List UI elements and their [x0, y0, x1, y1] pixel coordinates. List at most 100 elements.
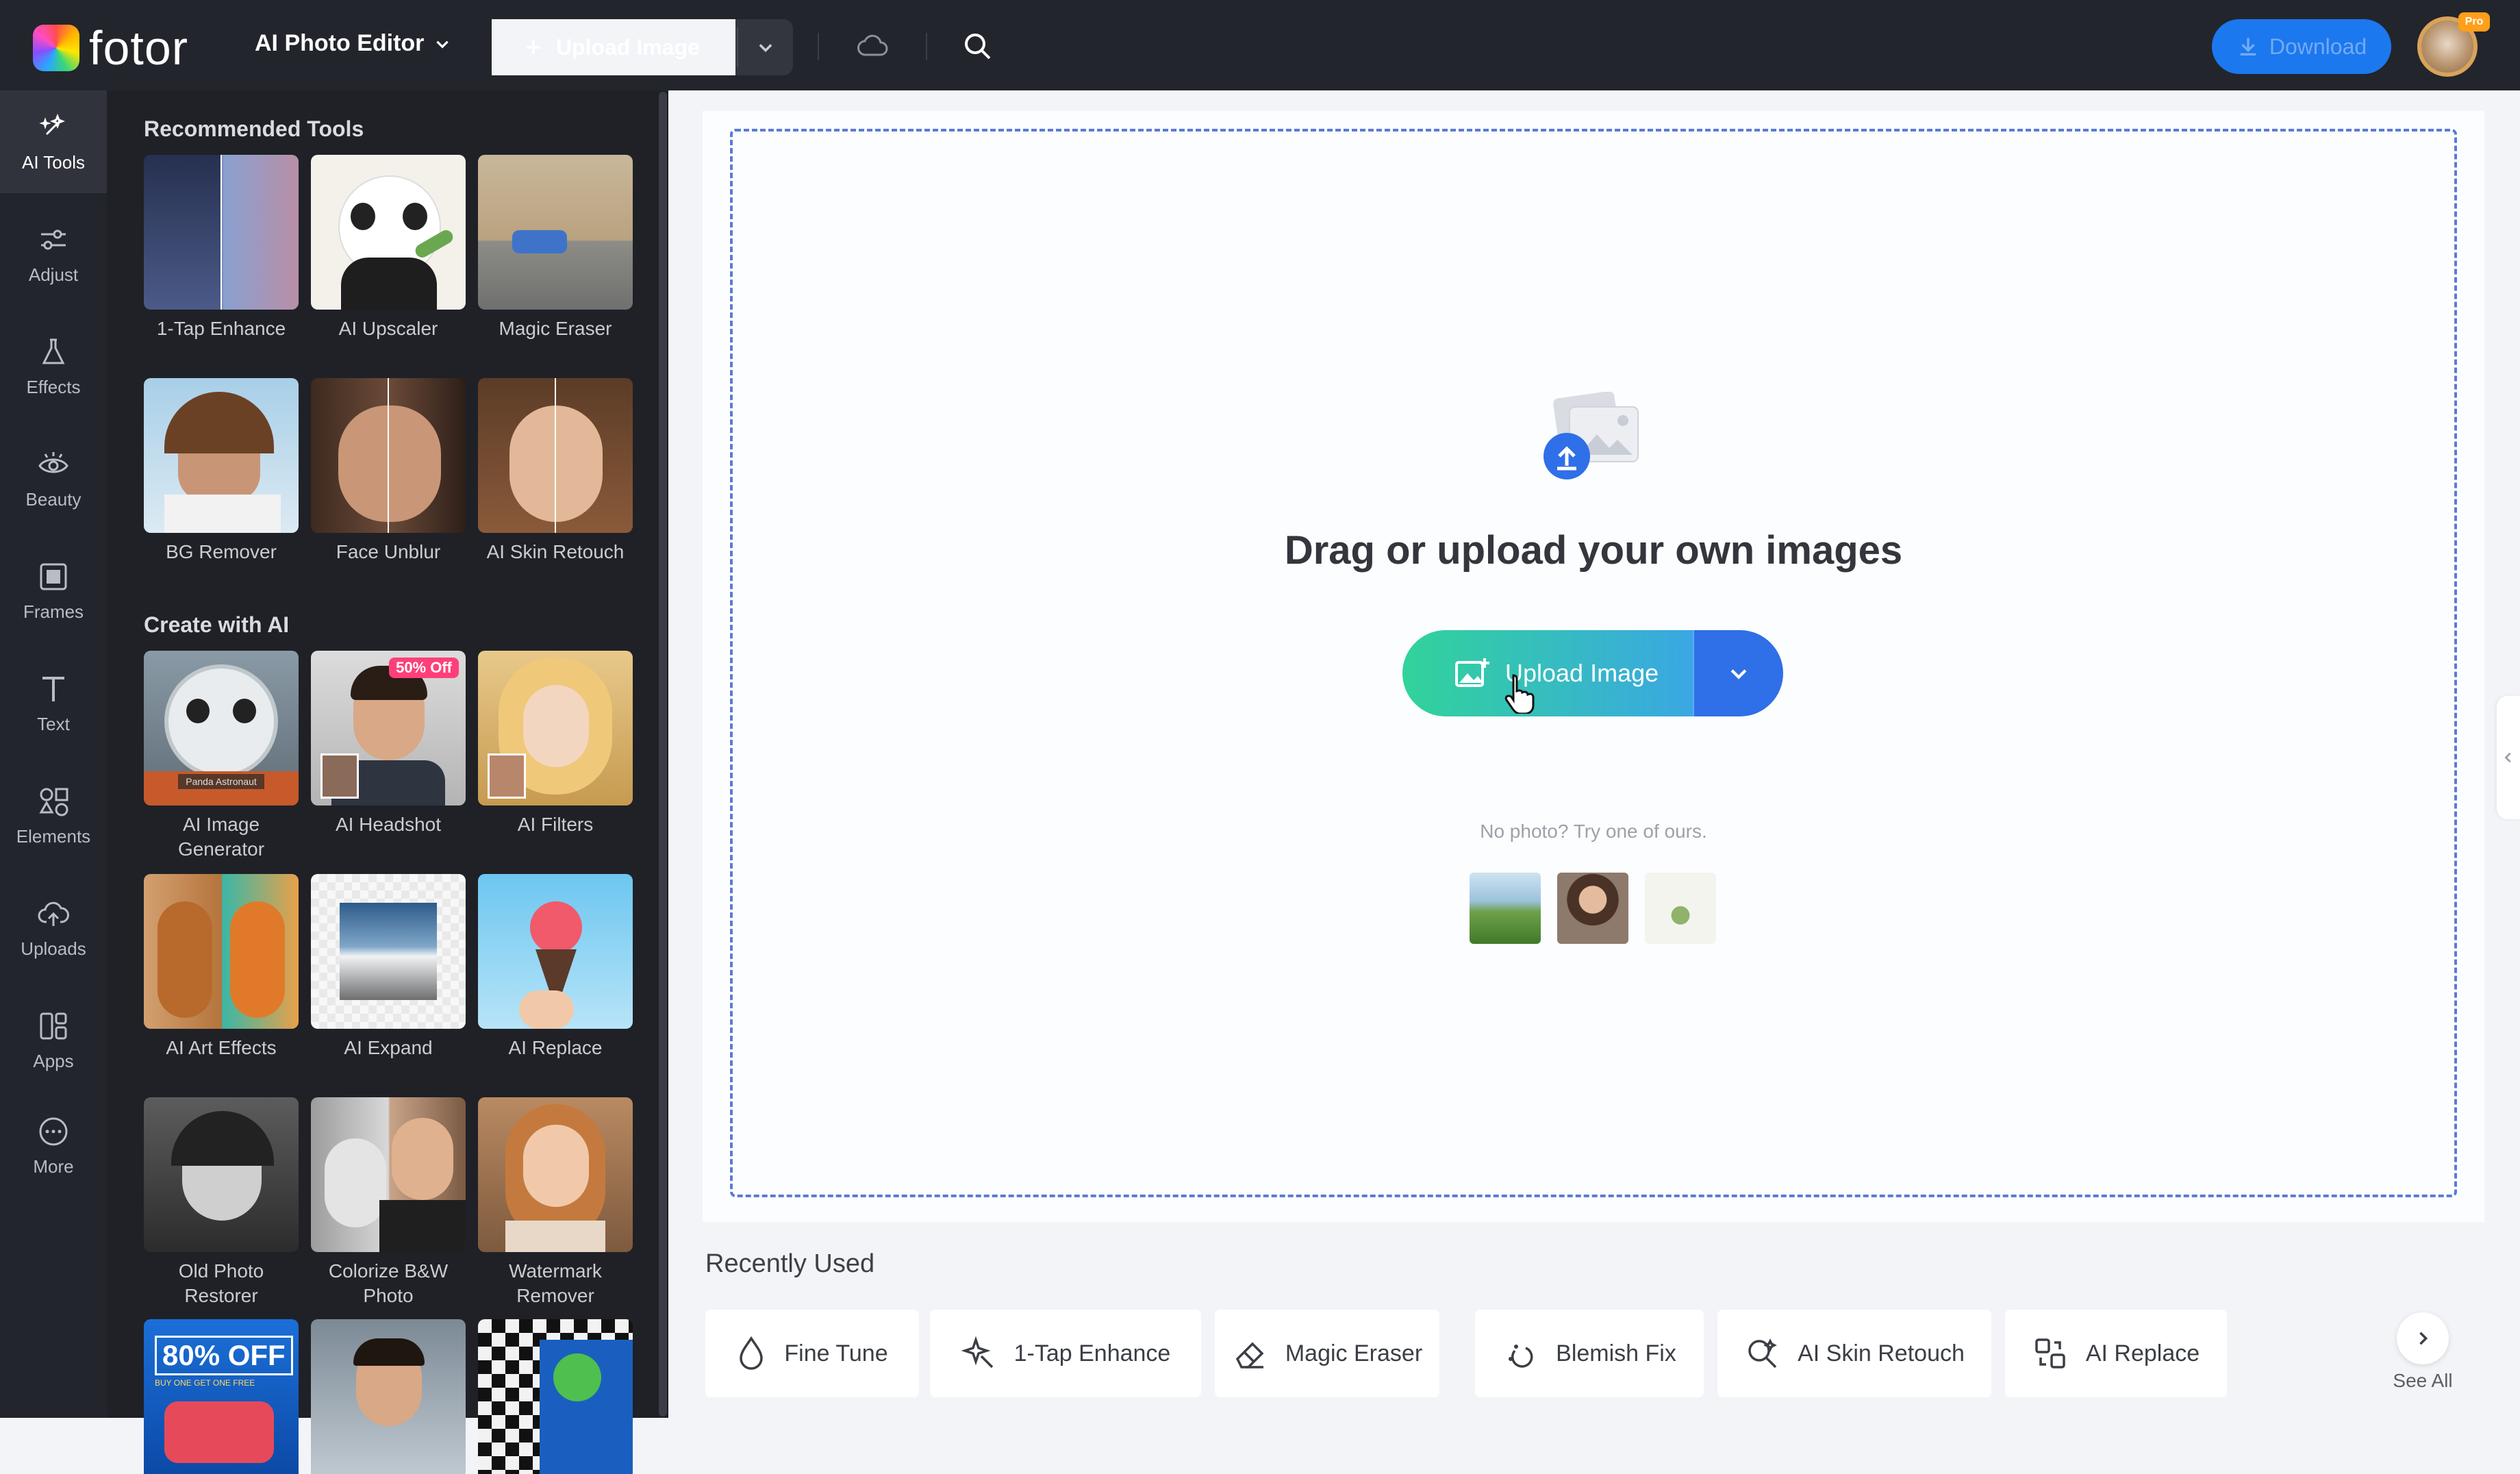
rail-item-uploads[interactable]: Uploads	[0, 877, 107, 979]
sample-image-landscape[interactable]	[1470, 873, 1541, 944]
download-icon	[2240, 38, 2256, 56]
upload-options-dropdown[interactable]	[738, 19, 793, 75]
upload-image-main-dropdown[interactable]	[1693, 630, 1783, 716]
tool-bg-remover[interactable]: BG Remover	[144, 378, 299, 564]
rail-item-effects[interactable]: Effects	[0, 315, 107, 418]
promo-thumbnail: 80% OFF BUY ONE GET ONE FREE	[144, 1319, 299, 1474]
recent-ai-replace[interactable]: AI Replace	[2005, 1310, 2227, 1397]
tool-thumbnail	[144, 874, 299, 1029]
no-photo-hint: No photo? Try one of ours.	[1480, 821, 1707, 842]
recent-fine-tune[interactable]: Fine Tune	[705, 1310, 919, 1397]
tool-label: Magic Eraser	[499, 318, 612, 339]
promo-subtext: BUY ONE GET ONE FREE	[155, 1378, 255, 1388]
tool-label: AI Art Effects	[166, 1037, 277, 1058]
eraser-icon	[1235, 1342, 1264, 1369]
expand-right-panel-button[interactable]	[2497, 696, 2520, 819]
see-all-arrow-button[interactable]	[2397, 1312, 2449, 1364]
eye-icon	[38, 451, 68, 473]
tool-ai-upscaler[interactable]: AI Upscaler	[311, 155, 466, 341]
promo-tile[interactable]: 80% OFF BUY ONE GET ONE FREE	[144, 1319, 299, 1474]
tool-magic-eraser[interactable]: Magic Eraser	[478, 155, 633, 341]
add-image-icon	[1455, 658, 1489, 687]
recent-1-tap-enhance[interactable]: 1-Tap Enhance	[930, 1310, 1201, 1397]
tool-ai-replace[interactable]: AI Replace	[478, 874, 633, 1060]
tool-label: AI Headshot	[335, 814, 442, 835]
chevron-right-icon	[2419, 1332, 2428, 1345]
cloud-upload-icon	[38, 901, 69, 926]
drop-icon	[740, 1336, 764, 1370]
tool-label: Colorize B&W Photo	[328, 1260, 449, 1306]
portrait-tile[interactable]	[311, 1319, 466, 1474]
recent-label: 1-Tap Enhance	[1013, 1340, 1171, 1366]
tool-label: AI Expand	[344, 1037, 433, 1058]
divider	[926, 33, 927, 60]
chevron-left-icon	[2504, 752, 2511, 763]
rail-item-beauty[interactable]: Beauty	[0, 427, 107, 530]
sample-image-portrait[interactable]	[1557, 873, 1628, 944]
fotor-logo[interactable]: fotor	[33, 21, 188, 75]
rail-item-text[interactable]: Text	[0, 652, 107, 755]
upload-image-label: Upload Image	[556, 34, 700, 60]
tool-label: Watermark Remover	[509, 1260, 602, 1306]
upload-image-button[interactable]: Upload Image	[492, 19, 735, 75]
divider	[818, 33, 819, 60]
search-button[interactable]	[961, 30, 994, 63]
cloud-save-button[interactable]	[856, 32, 889, 59]
recent-ai-skin-retouch[interactable]: AI Skin Retouch	[1717, 1310, 1991, 1397]
upload-image-topbar: Upload Image	[492, 19, 793, 75]
rail-item-adjust[interactable]: Adjust	[0, 203, 107, 305]
editor-mode-dropdown[interactable]: AI Photo Editor	[255, 30, 451, 57]
generator-caption: Panda Astronaut	[178, 774, 264, 789]
tool-old-photo-restorer[interactable]: Old Photo Restorer	[144, 1097, 299, 1308]
tool-ai-filters[interactable]: AI Filters	[478, 651, 633, 837]
apps-icon	[40, 1012, 67, 1039]
blemish-icon	[1509, 1345, 1533, 1368]
panel-scrollbar[interactable]	[659, 92, 667, 1416]
chevron-down-icon	[1730, 669, 1747, 679]
rail-item-more[interactable]: More	[0, 1095, 107, 1197]
rail-item-frames[interactable]: Frames	[0, 540, 107, 642]
hand-cursor-icon	[1504, 673, 1538, 714]
tool-ai-image-generator[interactable]: Panda Astronaut AI Image Generator	[144, 651, 299, 862]
rail-label: Apps	[33, 1050, 74, 1071]
see-all-link[interactable]: See All	[2383, 1370, 2462, 1392]
recent-label: AI Skin Retouch	[1798, 1340, 1965, 1366]
recommended-tools-title: Recommended Tools	[144, 116, 364, 141]
upload-image-main: Upload Image	[1402, 630, 1783, 716]
tool-face-unblur[interactable]: Face Unblur	[311, 378, 466, 564]
portrait-thumbnail	[311, 1319, 466, 1474]
tool-thumbnail	[144, 1097, 299, 1252]
tool-ai-headshot[interactable]: 50% Off AI Headshot	[311, 651, 466, 837]
drag-upload-heading: Drag or upload your own images	[1284, 528, 1903, 573]
rail-item-ai-tools[interactable]: AI Tools	[0, 90, 107, 193]
top-bar: fotor AI Photo Editor Upload Image Downl…	[0, 0, 2520, 90]
tool-ai-expand[interactable]: AI Expand	[311, 874, 466, 1060]
promo-text: 80% OFF	[155, 1336, 293, 1375]
upload-image-main-button[interactable]: Upload Image	[1402, 630, 1693, 716]
recent-blemish-fix[interactable]: Blemish Fix	[1475, 1310, 1704, 1397]
tool-watermark-remover[interactable]: Watermark Remover	[478, 1097, 633, 1308]
sample-image-still-life[interactable]	[1645, 873, 1716, 944]
tool-ai-art-effects[interactable]: AI Art Effects	[144, 874, 299, 1060]
tool-thumbnail	[478, 651, 633, 805]
sparkle-enhance-icon	[961, 1336, 993, 1369]
rail-item-apps[interactable]: Apps	[0, 989, 107, 1092]
tool-colorize-bw-photo[interactable]: Colorize B&W Photo	[311, 1097, 466, 1308]
more-icon	[39, 1117, 68, 1145]
sliders-icon	[41, 229, 66, 249]
download-button[interactable]: Download	[2212, 19, 2391, 74]
tool-thumbnail	[478, 1097, 633, 1252]
ai-tools-icon	[39, 113, 66, 135]
tool-thumbnail: Panda Astronaut	[144, 651, 299, 805]
tool-label: 1-Tap Enhance	[156, 318, 286, 339]
recent-magic-eraser[interactable]: Magic Eraser	[1215, 1310, 1439, 1397]
tool-thumbnail	[144, 378, 299, 533]
rail-item-elements[interactable]: Elements	[0, 764, 107, 867]
tool-1-tap-enhance[interactable]: 1-Tap Enhance	[144, 155, 299, 341]
create-with-ai-title: Create with AI	[144, 612, 290, 637]
rail-label: Adjust	[28, 264, 79, 285]
tool-thumbnail	[478, 378, 633, 533]
racing-tile[interactable]	[478, 1319, 633, 1474]
tool-ai-skin-retouch[interactable]: AI Skin Retouch	[478, 378, 633, 564]
tool-thumbnail	[311, 378, 466, 533]
